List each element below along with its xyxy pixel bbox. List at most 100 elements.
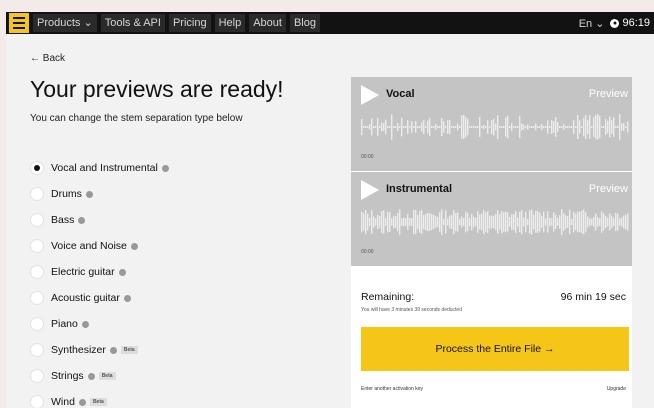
radio[interactable] [30, 265, 44, 279]
waveform-bar [463, 114, 465, 140]
waveform-bar [451, 215, 453, 229]
option-label: Drums [51, 188, 82, 200]
waveform-bar [407, 120, 409, 134]
waveform-bar [395, 126, 397, 128]
process-entire-file-button[interactable]: Process the Entire File → [361, 327, 629, 371]
waveform-bar [431, 126, 433, 128]
remaining-label: Remaining: [361, 291, 415, 303]
waveform-bar [469, 217, 471, 227]
timer-value: 96:19 [622, 17, 650, 29]
radio[interactable] [30, 317, 44, 331]
radio[interactable] [30, 187, 44, 201]
activation-key-link[interactable]: Enter another activation key [361, 386, 423, 392]
upgrade-link[interactable]: Upgrade [607, 386, 626, 392]
option-label: Piano [51, 318, 78, 330]
waveform-bar [437, 126, 439, 128]
nav-help[interactable]: Help [214, 14, 246, 32]
waveform-bar [561, 126, 563, 128]
option-bass[interactable]: Bass [30, 207, 169, 233]
info-icon[interactable] [118, 268, 126, 276]
waveform-bar [473, 216, 475, 228]
waveform-bar [511, 123, 513, 131]
track-name: Instrumental [386, 183, 453, 195]
logo-icon[interactable] [9, 13, 29, 33]
play-icon[interactable] [361, 180, 379, 200]
waveform-bar [461, 216, 463, 228]
waveform-bar [449, 120, 451, 134]
option-acoustic-guitar[interactable]: Acoustic guitar [30, 285, 169, 311]
waveform-bar [447, 218, 449, 226]
waveform-bar [421, 209, 423, 235]
waveform-bar [569, 209, 571, 235]
waveform-bar [605, 118, 607, 136]
nav-tools-api[interactable]: Tools & API [100, 14, 165, 32]
option-vocal-and-instrumental[interactable]: Vocal and Instrumental [30, 155, 169, 181]
waveform-bar [507, 212, 509, 232]
info-icon[interactable] [78, 216, 86, 224]
option-strings[interactable]: Strings Beta [30, 363, 169, 389]
info-icon[interactable] [109, 346, 117, 354]
preview-button[interactable]: Preview [589, 183, 628, 195]
option-piano[interactable]: Piano [30, 311, 169, 337]
stem-options-list: Vocal and Instrumental Drums Bass Voice … [30, 155, 169, 408]
waveform-bar [475, 217, 477, 227]
waveform-bar [523, 217, 525, 227]
option-drums[interactable]: Drums [30, 181, 169, 207]
radio[interactable] [30, 239, 44, 253]
option-synthesizer[interactable]: Synthesizer Beta [30, 337, 169, 363]
waveform-bar [593, 217, 595, 227]
waveform-bar [453, 209, 455, 235]
waveform-bar [381, 122, 383, 132]
option-wind[interactable]: Wind Beta [30, 389, 169, 408]
nav-blog[interactable]: Blog [289, 14, 320, 32]
info-icon[interactable] [87, 372, 95, 380]
back-link[interactable]: ← Back [30, 53, 65, 64]
info-icon[interactable] [78, 398, 86, 406]
waveform-bar [389, 126, 391, 128]
nav-pricing[interactable]: Pricing [168, 14, 211, 32]
radio[interactable] [30, 369, 44, 383]
waveform-bar [435, 216, 437, 228]
radio[interactable] [30, 291, 44, 305]
preview-button[interactable]: Preview [589, 88, 628, 100]
option-voice-and-noise[interactable]: Voice and Noise [30, 233, 169, 259]
nav-products[interactable]: Products ⌄ [33, 14, 97, 32]
info-icon[interactable] [85, 190, 93, 198]
radio[interactable] [30, 395, 44, 408]
play-icon[interactable] [361, 85, 379, 105]
instrumental-waveform[interactable] [361, 206, 629, 238]
waveform-bar [397, 212, 399, 232]
info-icon[interactable] [130, 242, 138, 250]
language-select[interactable]: En ⌄ [579, 17, 605, 30]
waveform-bar [411, 218, 413, 226]
radio-selected[interactable] [30, 161, 44, 175]
info-icon[interactable] [81, 320, 89, 328]
waveform-bar [577, 211, 579, 233]
waveform-bar [455, 212, 457, 232]
waveform-bar [373, 126, 375, 128]
option-label: Voice and Noise [51, 240, 127, 252]
waveform-bar [561, 209, 563, 235]
waveform-bar [591, 126, 593, 128]
waveform-bar [619, 218, 621, 226]
top-navbar: Products ⌄ Tools & API Pricing Help Abou… [6, 12, 654, 34]
waveform-bar [529, 126, 531, 128]
waveform-bar [525, 126, 527, 128]
waveform-bar [493, 215, 495, 229]
time-remaining: ● 96:19 [610, 17, 650, 29]
nav-about[interactable]: About [249, 14, 286, 32]
waveform-bar [435, 124, 437, 130]
waveform-bar [615, 126, 617, 128]
waveform-bar [489, 215, 491, 229]
info-icon[interactable] [161, 164, 169, 172]
waveform-bar [499, 126, 501, 128]
info-icon[interactable] [123, 294, 131, 302]
radio[interactable] [30, 343, 44, 357]
waveform-bar [579, 120, 581, 134]
waveform-bar [513, 126, 515, 128]
waveform-bar [521, 123, 523, 131]
radio[interactable] [30, 213, 44, 227]
vocal-waveform[interactable] [361, 111, 629, 143]
waveform-bar [419, 211, 421, 233]
option-electric-guitar[interactable]: Electric guitar [30, 259, 169, 285]
